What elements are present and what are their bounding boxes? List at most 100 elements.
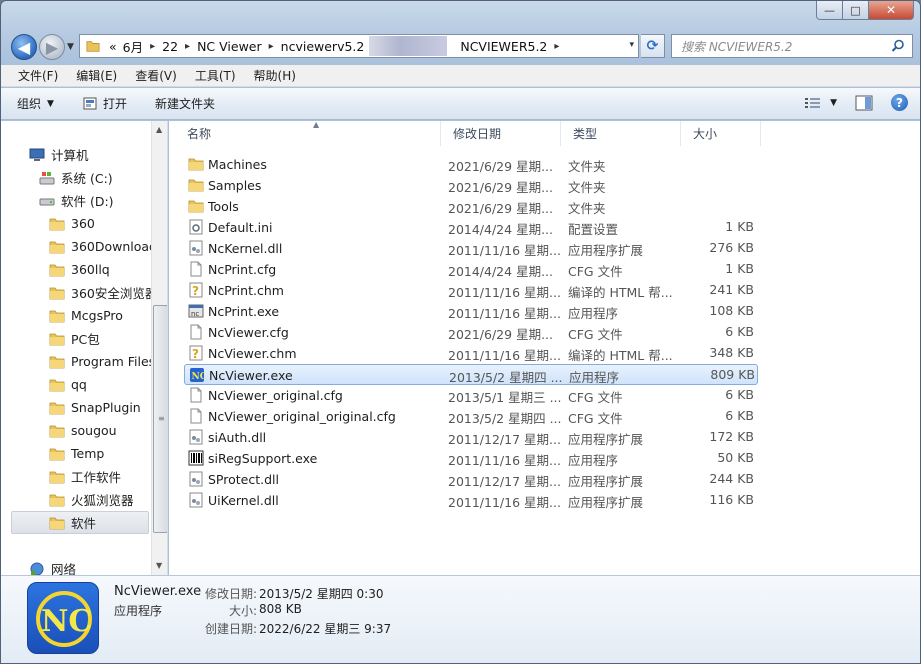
file-row[interactable]: ? NcPrint.chm 2011/11/16 星期... 编译的 HTML 帮..… bbox=[184, 280, 758, 301]
file-type: 应用程序扩展 bbox=[568, 495, 644, 510]
close-button[interactable]: ✕ bbox=[869, 1, 914, 20]
file-size: 50 KB bbox=[717, 450, 754, 465]
breadcrumb-item[interactable]: NC Viewer bbox=[194, 39, 265, 54]
system-drive-icon bbox=[39, 171, 55, 184]
column-header-size[interactable]: 大小 bbox=[681, 121, 761, 146]
file-row[interactable]: Samples 2021/6/29 星期... 文件夹 bbox=[184, 175, 758, 196]
file-row[interactable]: Tools 2021/6/29 星期... 文件夹 bbox=[184, 196, 758, 217]
address-bar[interactable]: « 6月 ▸ 22 ▸ NC Viewer ▸ ncviewerv5.2 NCV… bbox=[79, 34, 639, 58]
nav-item-folder[interactable]: 360安全浏览器 bbox=[49, 281, 157, 304]
file-row[interactable]: nc NcPrint.exe 2011/11/16 星期... 应用程序 108 KB bbox=[184, 301, 758, 322]
refresh-button[interactable]: ⟳ bbox=[641, 34, 665, 58]
file-size: 276 KB bbox=[709, 240, 754, 255]
column-header-name[interactable]: 名称 ▲ bbox=[175, 121, 441, 146]
search-input[interactable]: 搜索 NCVIEWER5.2 bbox=[671, 34, 913, 58]
recent-pages-dropdown[interactable]: ▼ bbox=[67, 42, 74, 52]
file-name-cell: Samples bbox=[188, 177, 261, 193]
column-header-type[interactable]: 类型 bbox=[561, 121, 681, 146]
file-name-cell: Tools bbox=[188, 198, 239, 214]
folder-icon bbox=[49, 471, 65, 483]
column-label: 大小 bbox=[693, 127, 718, 141]
breadcrumb-item[interactable]: NCVIEWER5.2 bbox=[457, 39, 550, 54]
file-row[interactable]: NcKernel.dll 2011/11/16 星期... 应用程序扩展 276 KB bbox=[184, 238, 758, 259]
nav-label: Program Files bbox=[71, 354, 156, 369]
file-row[interactable]: SProtect.dll 2011/12/17 星期... 应用程序扩展 244 KB bbox=[184, 469, 758, 490]
menu-help[interactable]: 帮助(H) bbox=[245, 67, 305, 84]
dll-file-icon bbox=[189, 429, 203, 445]
maximize-button[interactable]: □ bbox=[843, 1, 869, 20]
nav-scrollbar[interactable]: ▲ ≡ ▼ bbox=[151, 121, 167, 575]
nav-item-folder[interactable]: 工作软件 bbox=[49, 465, 121, 488]
nav-item-folder[interactable]: sougou bbox=[49, 419, 117, 442]
file-size: 116 KB bbox=[709, 492, 754, 507]
organize-button[interactable]: 组织 ▼ bbox=[17, 95, 54, 112]
menu-tools[interactable]: 工具(T) bbox=[186, 67, 245, 84]
new-folder-button[interactable]: 新建文件夹 bbox=[155, 95, 215, 112]
nav-item-network[interactable]: 网络 bbox=[29, 557, 76, 575]
menu-file[interactable]: 文件(F) bbox=[9, 67, 67, 84]
file-row[interactable]: siAuth.dll 2011/12/17 星期... 应用程序扩展 172 KB bbox=[184, 427, 758, 448]
nav-item-folder[interactable]: 火狐浏览器 bbox=[49, 488, 134, 511]
file-row[interactable]: NcViewer_original.cfg 2013/5/1 星期三 ... CFG… bbox=[184, 385, 758, 406]
file-date: 2011/11/16 星期... bbox=[448, 348, 561, 363]
breadcrumb-separator[interactable]: ▸ bbox=[265, 41, 278, 52]
file-size: 809 KB bbox=[710, 367, 755, 382]
nav-item-folder[interactable]: SnapPlugin bbox=[49, 396, 141, 419]
file-name-cell: NcViewer_original.cfg bbox=[188, 387, 343, 403]
address-dropdown[interactable]: ▾ bbox=[629, 40, 634, 50]
folder-icon bbox=[49, 448, 65, 460]
file-size: 348 KB bbox=[709, 345, 754, 360]
help-button[interactable]: ? bbox=[891, 94, 908, 111]
search-icon[interactable] bbox=[890, 38, 906, 54]
nav-item-drive-d[interactable]: 软件 (D:) bbox=[39, 189, 114, 212]
breadcrumb-item[interactable]: 6月 bbox=[120, 37, 146, 56]
nav-item-folder[interactable]: 软件 bbox=[11, 511, 149, 534]
file-row[interactable]: Default.ini 2014/4/24 星期... 配置设置 1 KB bbox=[184, 217, 758, 238]
file-date: 2011/12/17 星期... bbox=[448, 474, 561, 489]
scroll-up-icon[interactable]: ▲ bbox=[156, 125, 162, 134]
nav-item-folder[interactable]: qq bbox=[49, 373, 87, 396]
column-header-date[interactable]: 修改日期 bbox=[441, 121, 561, 146]
new-folder-label: 新建文件夹 bbox=[154, 97, 215, 111]
file-row[interactable]: NcViewer_original_original.cfg 2013/5/2 星… bbox=[184, 406, 758, 427]
address-overflow[interactable]: « bbox=[106, 39, 120, 54]
nav-item-folder[interactable]: 360 bbox=[49, 212, 95, 235]
file-name: NcViewer_original.cfg bbox=[208, 387, 343, 403]
open-button[interactable]: 打开 bbox=[82, 95, 127, 112]
nav-item-computer[interactable]: 计算机 bbox=[29, 143, 89, 166]
nav-item-folder[interactable]: Program Files bbox=[49, 350, 155, 373]
file-row[interactable]: ? NcViewer.chm 2011/11/16 星期... 编译的 HTML 帮.… bbox=[184, 343, 758, 364]
breadcrumb-separator[interactable]: ▸ bbox=[146, 41, 159, 52]
preview-pane-icon[interactable] bbox=[855, 95, 873, 111]
file-row[interactable]: siRegSupport.exe 2011/11/16 星期... 应用程序 50 K… bbox=[184, 448, 758, 469]
breadcrumb-separator[interactable]: ▸ bbox=[181, 41, 194, 52]
file-type: CFG 文件 bbox=[568, 264, 623, 279]
scrollbar-thumb[interactable]: ≡ bbox=[153, 305, 167, 533]
file-row[interactable]: NCNcViewer.exe 2013/5/2 星期四 ... 应用程序 809 KB bbox=[184, 364, 758, 385]
nav-item-drive-c[interactable]: 系统 (C:) bbox=[39, 166, 113, 189]
breadcrumb-separator[interactable]: ▸ bbox=[550, 41, 563, 52]
breadcrumb-item[interactable]: ncviewerv5.2 bbox=[278, 39, 368, 54]
scroll-down-icon[interactable]: ▼ bbox=[156, 561, 162, 570]
document-icon bbox=[190, 408, 202, 424]
nav-item-folder[interactable]: Temp bbox=[49, 442, 104, 465]
menu-edit[interactable]: 编辑(E) bbox=[67, 67, 126, 84]
nav-item-folder[interactable]: 360Download bbox=[49, 235, 157, 258]
sort-ascending-icon: ▲ bbox=[313, 121, 320, 129]
file-row[interactable]: NcPrint.cfg 2014/4/24 星期... CFG 文件 1 KB bbox=[184, 259, 758, 280]
redacted-region bbox=[369, 36, 448, 56]
file-date: 2013/5/1 星期三 ... bbox=[448, 390, 562, 405]
change-view-button[interactable]: ▼ bbox=[804, 96, 837, 110]
file-row[interactable]: NcViewer.cfg 2021/6/29 星期... CFG 文件 6 KB bbox=[184, 322, 758, 343]
nav-item-folder[interactable]: 360llq bbox=[49, 258, 110, 281]
nav-item-folder[interactable]: McgsPro bbox=[49, 304, 123, 327]
back-button[interactable]: ◀ bbox=[11, 34, 37, 60]
forward-button[interactable]: ▶ bbox=[39, 34, 65, 60]
nav-item-folder[interactable]: PC包 bbox=[49, 327, 100, 350]
file-row[interactable]: UiKernel.dll 2011/11/16 星期... 应用程序扩展 116 KB bbox=[184, 490, 758, 511]
file-row[interactable]: Machines 2021/6/29 星期... 文件夹 bbox=[184, 154, 758, 175]
chevron-down-icon: ▼ bbox=[830, 97, 837, 108]
breadcrumb-item[interactable]: 22 bbox=[159, 39, 181, 54]
minimize-button[interactable]: — bbox=[816, 1, 843, 20]
menu-view[interactable]: 查看(V) bbox=[126, 67, 186, 84]
